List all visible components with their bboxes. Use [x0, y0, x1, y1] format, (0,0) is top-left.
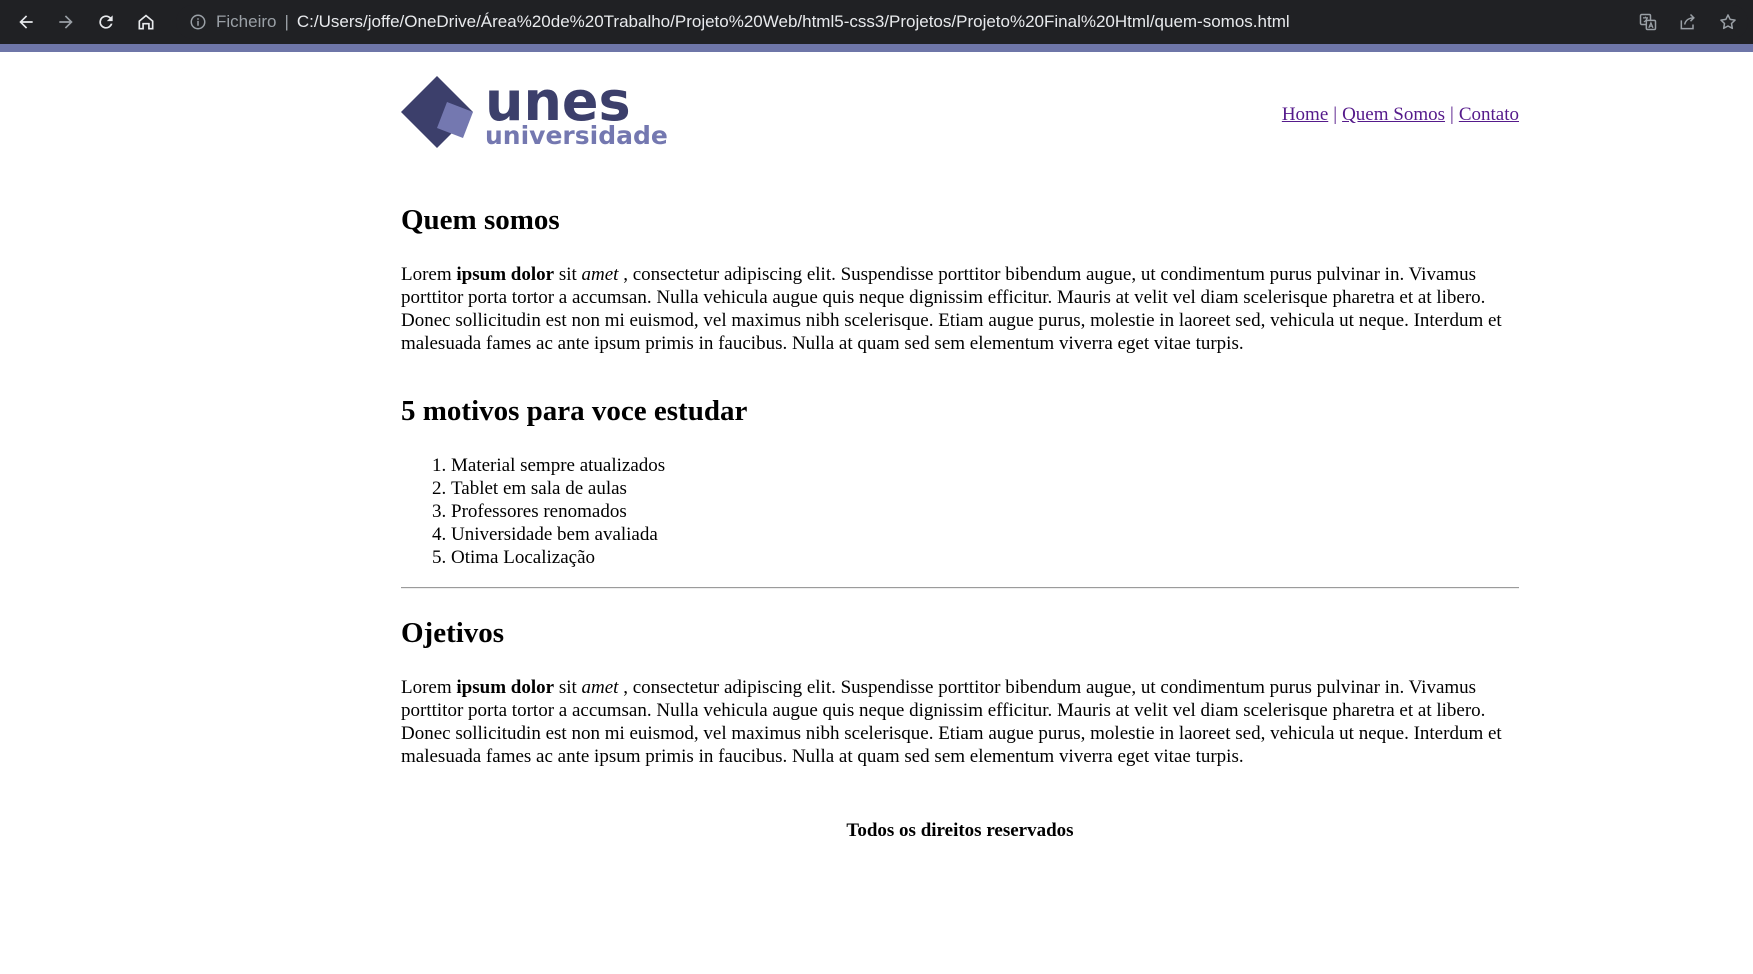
goals-title: Ojetivos	[401, 617, 505, 649]
goals-paragraph: Lorem ipsum dolor sit amet , consectetur…	[401, 677, 1502, 767]
bookmark-star-icon[interactable]	[1708, 5, 1748, 39]
address-bar[interactable]: Ficheiro | C:/Users/joffe/OneDrive/Área%…	[176, 5, 1748, 39]
page-container: unes universidade Home | Quem Somos | Contat…	[401, 52, 1519, 842]
about-title: Quem somos	[401, 204, 560, 236]
footer-text: Todos os direitos reservados	[846, 820, 1074, 841]
translate-icon[interactable]	[1628, 5, 1668, 39]
list-item: Otima Localização	[451, 546, 1519, 569]
main-menu: Home | Quem Somos | Contato	[1282, 104, 1519, 126]
arrow-left-icon	[19, 15, 33, 29]
menu-link-quem-somos[interactable]: Quem Somos	[1342, 104, 1445, 125]
section-divider	[401, 587, 1519, 589]
omnibox-actions	[1628, 5, 1748, 39]
browser-toolbar: Ficheiro | C:/Users/joffe/OneDrive/Área%…	[0, 0, 1753, 44]
logo-word-sub: universidade	[485, 121, 668, 149]
list-item: Material sempre atualizados	[451, 454, 1519, 477]
menu-link-contato[interactable]: Contato	[1459, 104, 1519, 125]
menu-separator: |	[1333, 104, 1338, 125]
reasons-list: Material sempre atualizados Tablet em sa…	[401, 454, 1519, 569]
scheme-separator: |	[284, 12, 289, 31]
reload-icon	[99, 15, 113, 29]
menu-separator: |	[1450, 104, 1454, 125]
arrow-right-icon	[59, 15, 73, 29]
back-button[interactable]	[6, 0, 46, 44]
reasons-title: 5 motivos para voce estudar	[401, 395, 748, 427]
home-button[interactable]	[126, 0, 166, 44]
menu-link-home[interactable]: Home	[1282, 104, 1328, 125]
info-icon[interactable]	[184, 5, 212, 39]
home-icon	[138, 14, 154, 30]
scheme-label: Ficheiro	[216, 12, 277, 31]
unes-logo[interactable]: unes universidade	[401, 74, 671, 149]
share-icon[interactable]	[1668, 5, 1708, 39]
toolbar-accent-bar	[0, 44, 1753, 52]
reload-button[interactable]	[86, 0, 126, 44]
about-paragraph: Lorem ipsum dolor sit amet , consectetur…	[401, 264, 1502, 354]
list-item: Professores renomados	[451, 500, 1519, 523]
list-item: Tablet em sala de aulas	[451, 477, 1519, 500]
site-header: unes universidade Home | Quem Somos | Contat…	[401, 52, 1519, 162]
forward-button[interactable]	[46, 0, 86, 44]
list-item: Universidade bem avaliada	[451, 523, 1519, 546]
url-text[interactable]: C:/Users/joffe/OneDrive/Área%20de%20Trab…	[297, 12, 1290, 32]
